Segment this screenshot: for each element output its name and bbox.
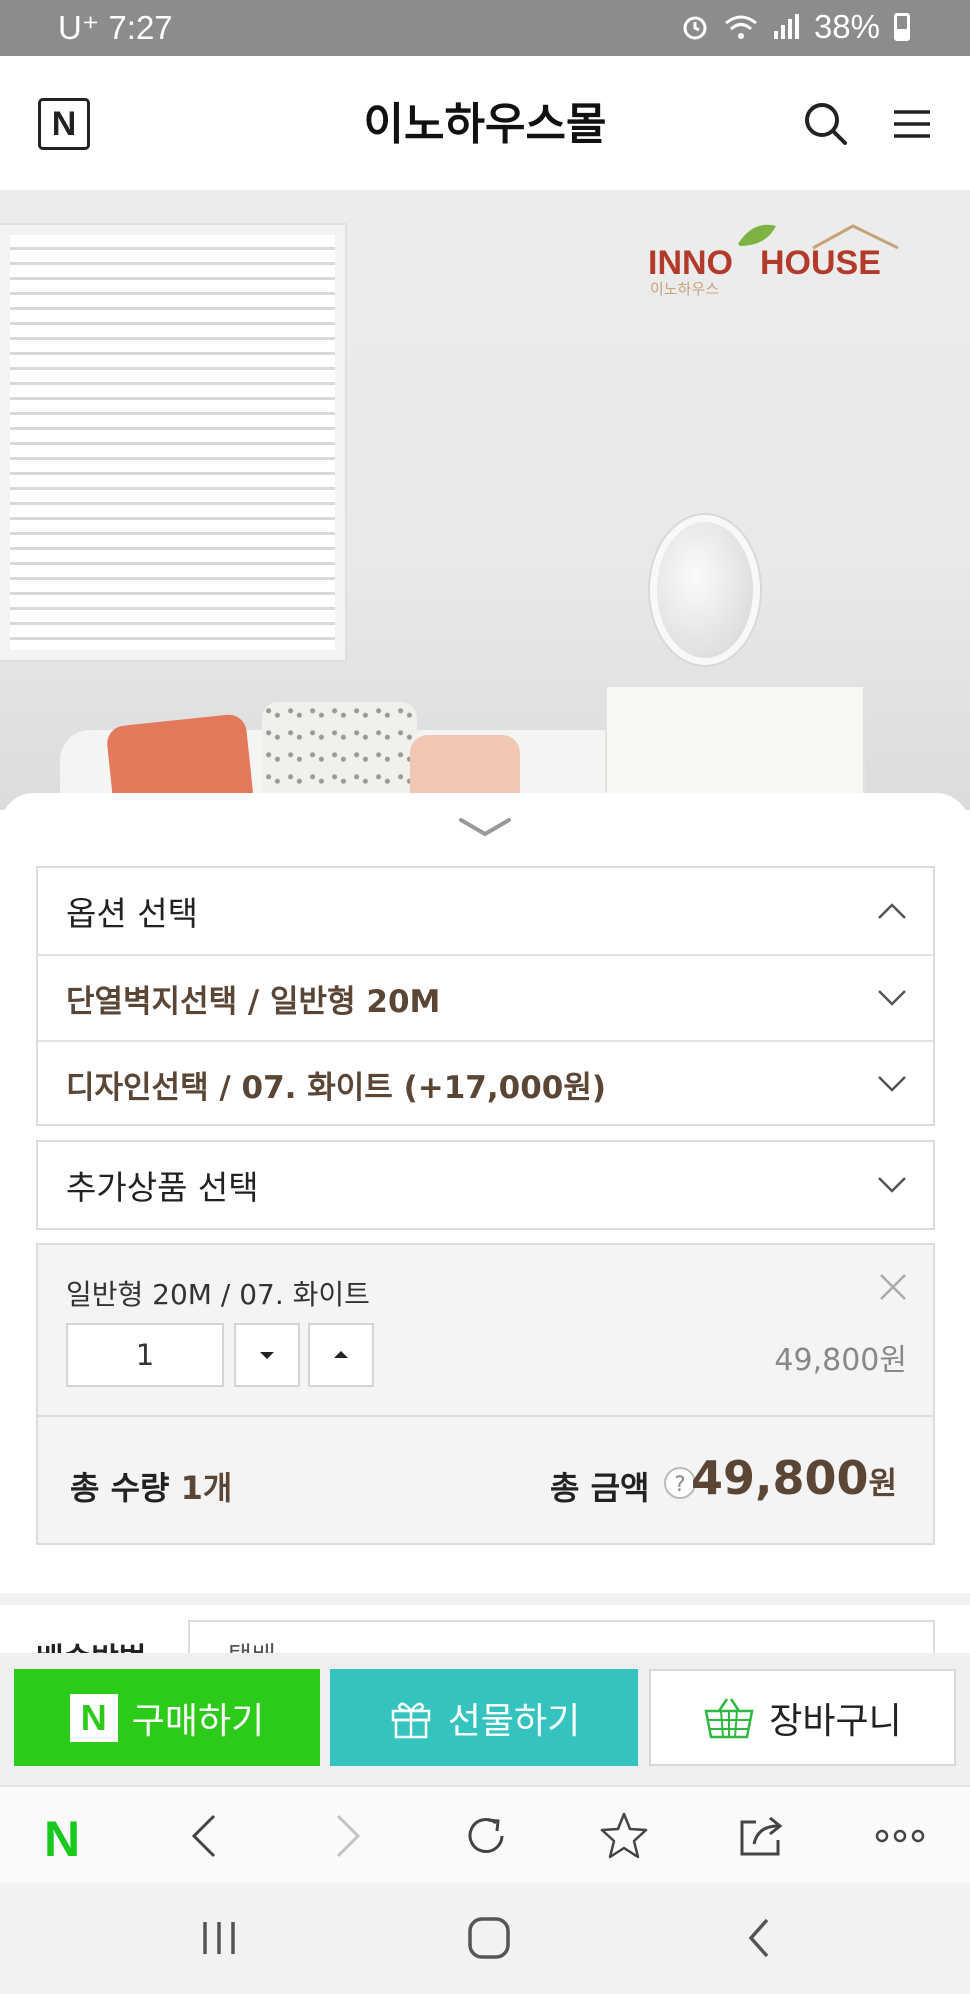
window-blind-image bbox=[0, 225, 345, 660]
gift-button[interactable]: 선물하기 bbox=[330, 1669, 638, 1766]
extra-product-label: 추가상품 선택 bbox=[66, 1168, 259, 1207]
extra-product-dropdown[interactable]: 추가상품 선택 bbox=[36, 1140, 935, 1230]
share-icon[interactable] bbox=[734, 1808, 790, 1864]
signal-icon bbox=[773, 14, 799, 39]
quantity-increase-button[interactable] bbox=[308, 1323, 374, 1387]
option-select-label: 옵션 선택 bbox=[66, 894, 198, 933]
sheet-collapse-icon[interactable] bbox=[455, 812, 515, 842]
gift-icon bbox=[391, 1702, 430, 1738]
home-icon[interactable] bbox=[461, 1910, 517, 1966]
search-icon[interactable] bbox=[800, 98, 852, 150]
quantity-decrease-button[interactable] bbox=[234, 1323, 300, 1387]
option-select-box: 옵션 선택 단열벽지선택 / 일반형 20M 디자인선택 / 07. 화이트 (… bbox=[36, 866, 935, 1126]
status-right: 38% bbox=[680, 8, 910, 46]
extra-product-row: 추가상품 선택 bbox=[38, 1142, 933, 1228]
more-icon[interactable] bbox=[872, 1808, 928, 1864]
star-icon[interactable] bbox=[596, 1808, 652, 1864]
chevron-down-icon bbox=[878, 990, 906, 1006]
dresser-image bbox=[605, 685, 865, 805]
nav-back-icon[interactable] bbox=[733, 1910, 789, 1966]
total-quantity: 총 수량 1개 bbox=[70, 1463, 232, 1509]
buy-button[interactable]: N 구매하기 bbox=[14, 1669, 320, 1766]
option-dropdown-2[interactable]: 디자인선택 / 07. 화이트 (+17,000원) bbox=[38, 1042, 933, 1126]
logo-text-house: HOUSE bbox=[760, 244, 881, 282]
logo-text-inno: INNO bbox=[648, 244, 733, 282]
chevron-down-icon bbox=[878, 1177, 906, 1193]
logo-text-kr: 이노하우스 bbox=[650, 280, 719, 298]
total-amount-value: 49,800 bbox=[690, 1451, 869, 1505]
refresh-icon[interactable] bbox=[458, 1808, 514, 1864]
cart-button[interactable]: 장바구니 bbox=[649, 1669, 956, 1766]
caret-down-icon bbox=[260, 1352, 274, 1359]
battery-level: 38% bbox=[813, 8, 880, 45]
status-bar: U⁺ 7:27 38% bbox=[0, 0, 970, 56]
total-amount-label: 총 금액 bbox=[550, 1469, 650, 1507]
chevron-up-icon bbox=[878, 903, 906, 919]
option-value-1: 단열벽지선택 / 일반형 20M bbox=[66, 983, 441, 1020]
selected-item-summary: 일반형 20M / 07. 화이트 1 49,800원 총 수량 1개 총 금액… bbox=[36, 1243, 935, 1545]
item-price: 49,800원 bbox=[774, 1343, 907, 1378]
status-time: 7:27 bbox=[108, 9, 173, 46]
selected-item-name: 일반형 20M / 07. 화이트 bbox=[66, 1278, 370, 1311]
section-separator bbox=[0, 1593, 970, 1605]
quantity-input[interactable]: 1 bbox=[66, 1323, 224, 1387]
back-icon[interactable] bbox=[178, 1808, 234, 1864]
recent-apps-icon[interactable] bbox=[191, 1910, 247, 1966]
forward-icon[interactable] bbox=[318, 1808, 374, 1864]
battery-icon bbox=[894, 13, 910, 41]
cart-button-label: 장바구니 bbox=[769, 1700, 902, 1742]
alarm-icon bbox=[683, 16, 707, 40]
mirror-image bbox=[650, 515, 760, 665]
option-select-header[interactable]: 옵션 선택 bbox=[38, 868, 933, 954]
basket-icon bbox=[704, 1697, 754, 1738]
naver-home-icon[interactable]: N bbox=[44, 1814, 96, 1864]
option-value-2: 디자인선택 / 07. 화이트 (+17,000원) bbox=[66, 1069, 607, 1106]
gift-button-label: 선물하기 bbox=[447, 1700, 581, 1742]
divider bbox=[38, 1415, 933, 1417]
total-quantity-label: 총 수량 bbox=[70, 1469, 170, 1507]
inno-house-logo: INNO HOUSE 이노하우스 bbox=[648, 224, 899, 298]
buy-button-label: 구매하기 bbox=[131, 1700, 265, 1742]
close-icon[interactable] bbox=[877, 1271, 909, 1303]
carrier-label: U⁺ bbox=[58, 9, 100, 46]
total-quantity-value: 1개 bbox=[180, 1469, 233, 1507]
wifi-icon bbox=[725, 15, 757, 39]
total-amount: 49,800원 bbox=[691, 1451, 897, 1505]
product-hero-image: INNO HOUSE 이노하우스 bbox=[0, 190, 970, 810]
naver-pay-icon: N bbox=[69, 1693, 118, 1742]
chevron-down-icon bbox=[878, 1076, 906, 1092]
currency-unit: 원 bbox=[868, 1466, 897, 1502]
menu-icon[interactable] bbox=[886, 98, 938, 150]
status-left: U⁺ 7:27 bbox=[58, 8, 173, 47]
caret-up-icon bbox=[334, 1351, 348, 1358]
option-dropdown-1[interactable]: 단열벽지선택 / 일반형 20M bbox=[38, 956, 933, 1040]
